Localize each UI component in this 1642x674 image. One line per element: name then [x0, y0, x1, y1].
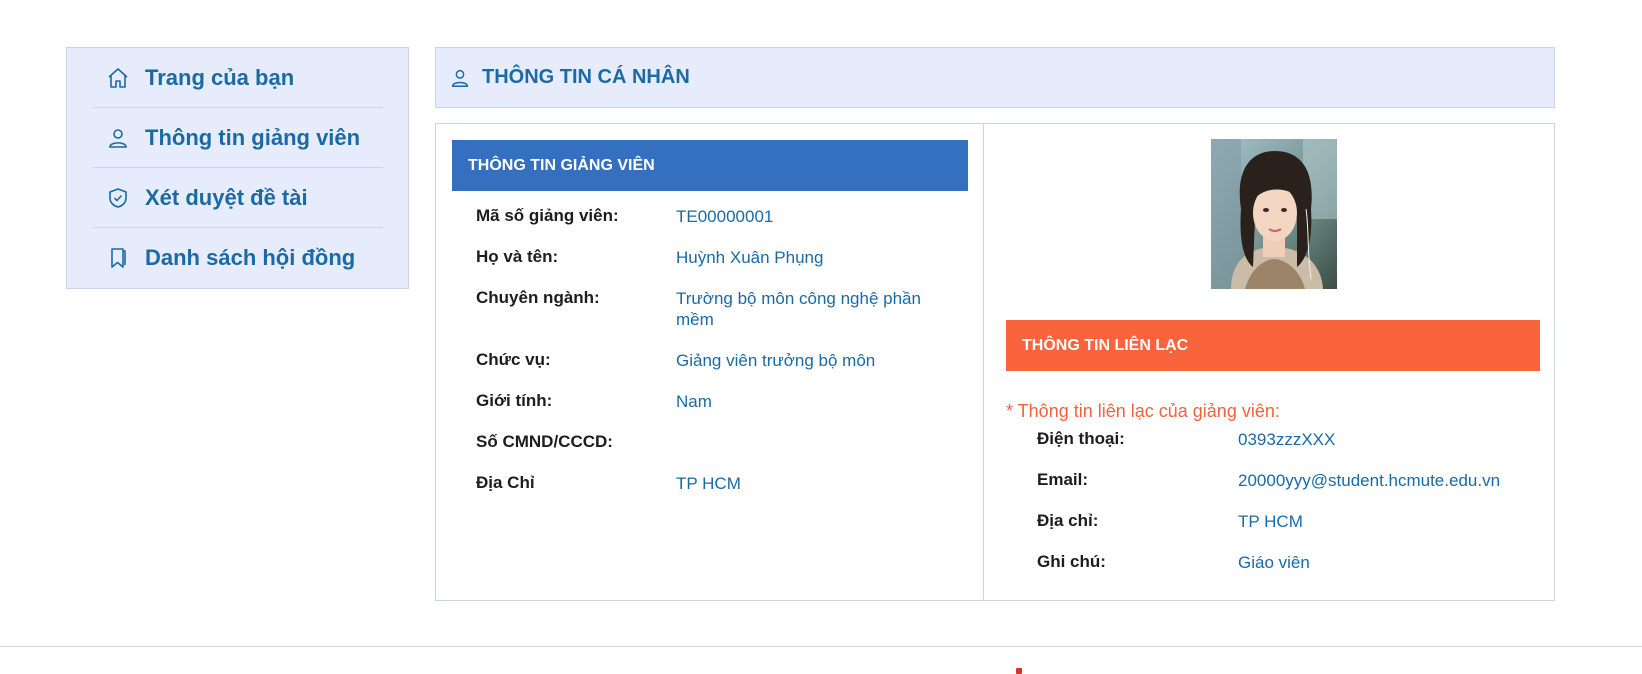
info-row-full-name: Họ và tên: Huỳnh Xuân Phụng	[476, 247, 956, 269]
field-label: Họ và tên:	[476, 247, 559, 266]
sidebar-item-lecturer-info[interactable]: Thông tin giảng viên	[93, 108, 383, 168]
sidebar-item-label: Danh sách hội đồng	[145, 245, 356, 270]
info-row-address: Địa Chỉ TP HCM	[476, 473, 956, 495]
info-row-id-card: Số CMND/CCCD:	[476, 432, 956, 454]
contact-row-phone: Điện thoại: 0393zzzXXX	[1037, 429, 1537, 451]
sidebar-item-label: Thông tin giảng viên	[145, 124, 361, 150]
field-value: Trường bộ môn công nghệ phần mềm	[676, 289, 921, 329]
info-row-position: Chức vụ: Giảng viên trưởng bộ môn	[476, 350, 956, 372]
avatar	[1211, 139, 1337, 289]
page-header: THÔNG TIN CÁ NHÂN	[435, 47, 1555, 108]
field-label: Số CMND/CCCD:	[476, 432, 613, 451]
contact-row-address: Địa chỉ: TP HCM	[1037, 511, 1537, 533]
field-value: TE00000001	[676, 207, 774, 226]
panel-divider	[983, 124, 984, 600]
contact-info-heading: THÔNG TIN LIÊN LẠC	[1006, 320, 1540, 371]
field-value: Nam	[676, 392, 712, 411]
field-label: Địa chỉ:	[1037, 511, 1099, 530]
home-icon	[105, 65, 131, 91]
contact-note: * Thông tin liên lạc của giảng viên:	[1006, 401, 1280, 421]
field-value: TP HCM	[676, 474, 741, 493]
sidebar-item-topic-review[interactable]: Xét duyệt đề tài	[93, 168, 383, 228]
info-row-major: Chuyên ngành: Trường bộ môn công nghệ ph…	[476, 288, 956, 332]
contact-row-note: Ghi chú: Giáo viên	[1037, 552, 1537, 574]
bookmark-icon	[105, 245, 131, 271]
sidebar-item-label: Xét duyệt đề tài	[145, 184, 308, 210]
field-label: Ghi chú:	[1037, 552, 1106, 571]
profile-panel: THÔNG TIN GIẢNG VIÊN Mã số giảng viên: T…	[435, 123, 1555, 601]
field-label: Mã số giảng viên:	[476, 206, 619, 225]
field-value: Giáo viên	[1238, 553, 1310, 572]
info-row-gender: Giới tính: Nam	[476, 391, 956, 413]
info-row-lecturer-id: Mã số giảng viên: TE00000001	[476, 206, 956, 228]
contact-row-email: Email: 20000yyy@student.hcmute.edu.vn	[1037, 470, 1537, 492]
sidebar-item-council-list[interactable]: Danh sách hội đồng	[93, 228, 383, 288]
field-value: 20000yyy@student.hcmute.edu.vn	[1238, 471, 1501, 490]
user-icon	[448, 66, 472, 90]
field-label: Chức vụ:	[476, 350, 551, 369]
shield-check-icon	[105, 185, 131, 211]
field-value: Huỳnh Xuân Phụng	[676, 248, 824, 267]
page-title: THÔNG TIN CÁ NHÂN	[482, 66, 690, 88]
field-label: Điện thoại:	[1037, 429, 1125, 448]
lecturer-info-heading: THÔNG TIN GIẢNG VIÊN	[452, 140, 968, 191]
footer-divider	[0, 646, 1642, 647]
field-label: Chuyên ngành:	[476, 288, 600, 307]
field-label: Địa Chỉ	[476, 473, 535, 492]
field-label: Giới tính:	[476, 391, 553, 410]
field-value: 0393zzzXXX	[1238, 430, 1336, 449]
field-value: Giảng viên trưởng bộ môn	[676, 351, 876, 370]
field-label: Email:	[1037, 470, 1089, 489]
sidebar-nav: Trang của bạn Thông tin giảng viên Xét d…	[66, 47, 409, 289]
sidebar-item-label: Trang của bạn	[145, 64, 295, 90]
field-value: TP HCM	[1238, 512, 1303, 531]
sidebar-item-home[interactable]: Trang của bạn	[93, 48, 383, 108]
footer-mark	[1016, 668, 1022, 674]
user-icon	[105, 125, 131, 151]
